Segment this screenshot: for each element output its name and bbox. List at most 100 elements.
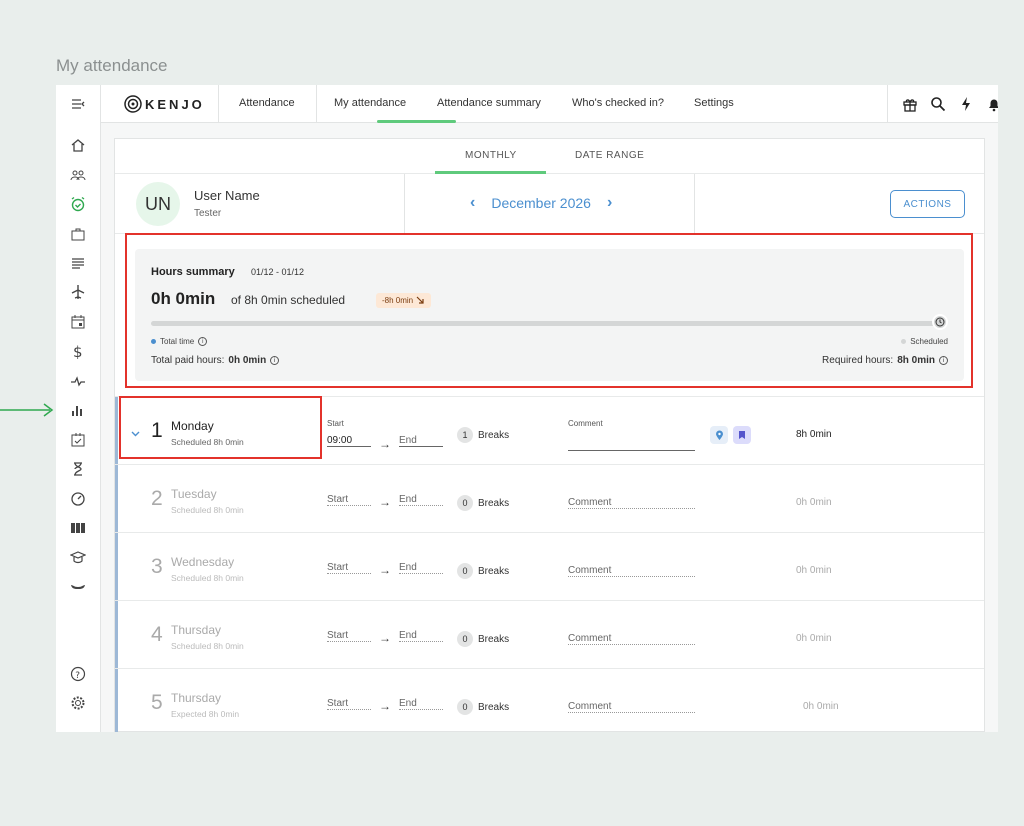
arrow-right-icon: → bbox=[379, 563, 391, 577]
day-total-hours: 8h 0min bbox=[796, 429, 832, 440]
day-number: 1 bbox=[151, 419, 163, 442]
hours-summary-range: 01/12 - 01/12 bbox=[251, 267, 305, 277]
arrow-right-icon: → bbox=[379, 699, 391, 713]
nav-attendance-summary[interactable]: Attendance summary bbox=[437, 97, 541, 109]
start-time-input[interactable]: Start bbox=[327, 630, 371, 642]
nav-settings[interactable]: Settings bbox=[694, 97, 734, 109]
day-row[interactable]: 2 Tuesday Scheduled 8h 0min Start → End … bbox=[115, 464, 984, 532]
nav-my-attendance[interactable]: My attendance bbox=[334, 97, 406, 109]
day-row-indicator bbox=[115, 669, 118, 732]
breaks-label: Breaks bbox=[478, 429, 510, 441]
collapse-menu-icon[interactable] bbox=[68, 94, 88, 114]
start-time-input[interactable]: Start bbox=[327, 562, 371, 574]
people-icon[interactable] bbox=[68, 165, 88, 185]
tab-date-range[interactable]: DATE RANGE bbox=[575, 150, 644, 161]
day-row[interactable]: 4 Thursday Scheduled 8h 0min Start → End… bbox=[115, 600, 984, 668]
comment-input[interactable]: Comment bbox=[568, 633, 695, 645]
gauge-icon[interactable] bbox=[68, 489, 88, 509]
actions-button[interactable]: ACTIONS bbox=[890, 190, 965, 218]
total-hours-value: 0h 0min bbox=[151, 289, 216, 308]
end-time-input[interactable]: End bbox=[399, 630, 443, 642]
document-lines-icon[interactable] bbox=[68, 253, 88, 273]
help-icon[interactable]: ? bbox=[68, 664, 88, 684]
comment-input[interactable]: Comment bbox=[568, 497, 695, 509]
breaks-indicator[interactable]: 1 Breaks bbox=[457, 427, 509, 443]
day-scheduled: Expected 8h 0min bbox=[171, 709, 240, 719]
day-row[interactable]: 1 Monday Scheduled 8h 0min Start 09:00 →… bbox=[115, 396, 984, 464]
breaks-count: 0 bbox=[457, 631, 473, 647]
start-time-input[interactable]: Start bbox=[327, 494, 371, 506]
kenjo-logo[interactable]: KENJO bbox=[124, 95, 205, 113]
day-number: 2 bbox=[151, 487, 163, 510]
svg-text:?: ? bbox=[75, 671, 80, 681]
breaks-indicator[interactable]: 0 Breaks bbox=[457, 631, 509, 647]
board-columns-icon[interactable] bbox=[68, 518, 88, 538]
breaks-indicator[interactable]: 0 Breaks bbox=[457, 563, 509, 579]
view-tabs: MONTHLY DATE RANGE bbox=[115, 139, 984, 174]
app-window: $ ? KENJO Attendance My attendance Atten… bbox=[56, 85, 998, 732]
graduation-cap-icon[interactable] bbox=[68, 547, 88, 567]
day-row[interactable]: 3 Wednesday Scheduled 8h 0min Start → En… bbox=[115, 532, 984, 600]
dollar-icon[interactable]: $ bbox=[68, 341, 88, 361]
scheduled-hours-text: of 8h 0min scheduled bbox=[231, 293, 346, 307]
pulse-icon[interactable] bbox=[68, 371, 88, 391]
search-icon[interactable] bbox=[929, 95, 947, 113]
comment-input[interactable]: Comment bbox=[568, 565, 695, 577]
required-value: 8h 0min bbox=[897, 355, 935, 366]
nav-whos-checked-in[interactable]: Who's checked in? bbox=[572, 97, 664, 109]
comment-input[interactable] bbox=[568, 437, 695, 451]
legend-total-time: Total time i bbox=[151, 337, 208, 346]
total-time-dot bbox=[151, 339, 156, 344]
day-total-hours: 0h 0min bbox=[796, 565, 832, 576]
end-time-input[interactable]: End bbox=[399, 698, 443, 710]
settings-gear-icon[interactable] bbox=[68, 693, 88, 713]
chevron-down-icon[interactable] bbox=[131, 431, 140, 437]
tab-monthly[interactable]: MONTHLY bbox=[465, 150, 517, 161]
end-time-input[interactable]: End bbox=[399, 494, 443, 506]
logo-text: KENJO bbox=[145, 96, 205, 112]
required-label: Required hours: bbox=[822, 355, 894, 366]
comment-label: Comment bbox=[568, 419, 603, 428]
month-navigator: ‹ December 2026 › bbox=[470, 194, 612, 212]
breaks-indicator[interactable]: 0 Breaks bbox=[457, 699, 509, 715]
nav-active-indicator bbox=[377, 120, 456, 123]
day-name: Thursday bbox=[171, 623, 222, 637]
comment-input[interactable]: Comment bbox=[568, 701, 695, 713]
info-icon[interactable]: i bbox=[270, 356, 280, 365]
briefcase-icon[interactable] bbox=[68, 224, 88, 244]
mustache-icon[interactable] bbox=[68, 577, 88, 597]
hours-difference-badge: -8h 0min bbox=[376, 293, 432, 308]
home-icon[interactable] bbox=[68, 135, 88, 155]
scheduled-dot bbox=[901, 339, 907, 344]
start-label: Start bbox=[327, 419, 344, 428]
end-time-input[interactable]: End bbox=[399, 562, 443, 574]
start-time-input[interactable]: 09:00 bbox=[327, 435, 371, 447]
total-paid-hours: Total paid hours: 0h 0min i bbox=[151, 355, 280, 366]
airplane-icon[interactable] bbox=[68, 282, 88, 302]
nav-attendance[interactable]: Attendance bbox=[239, 97, 295, 109]
breaks-label: Breaks bbox=[478, 701, 510, 713]
breaks-indicator[interactable]: 0 Breaks bbox=[457, 495, 509, 511]
hourglass-icon[interactable] bbox=[68, 459, 88, 479]
info-icon[interactable]: i bbox=[939, 356, 948, 365]
prev-month-chevron-icon[interactable]: ‹ bbox=[470, 194, 475, 212]
location-pin-icon[interactable] bbox=[710, 426, 728, 444]
day-row[interactable]: 5 Thursday Expected 8h 0min Start → End … bbox=[115, 668, 984, 732]
breaks-count: 0 bbox=[457, 563, 473, 579]
attendance-clock-icon[interactable] bbox=[68, 194, 88, 214]
user-initials-avatar: UN bbox=[136, 182, 180, 226]
bookmark-icon[interactable] bbox=[733, 426, 751, 444]
bell-icon[interactable] bbox=[985, 95, 998, 113]
calendar-icon[interactable] bbox=[68, 312, 88, 332]
lightning-icon[interactable] bbox=[957, 95, 975, 113]
bar-chart-icon[interactable] bbox=[68, 400, 88, 420]
gift-icon[interactable] bbox=[901, 95, 919, 113]
day-row-indicator bbox=[115, 601, 118, 668]
checklist-icon[interactable] bbox=[68, 430, 88, 450]
info-icon[interactable]: i bbox=[198, 337, 208, 346]
next-month-chevron-icon[interactable]: › bbox=[607, 194, 612, 212]
attendance-panel: MONTHLY DATE RANGE UN User Name Tester ‹… bbox=[114, 138, 985, 732]
day-total-hours: 0h 0min bbox=[803, 701, 839, 712]
end-time-input[interactable]: End bbox=[399, 435, 443, 447]
start-time-input[interactable]: Start bbox=[327, 698, 371, 710]
